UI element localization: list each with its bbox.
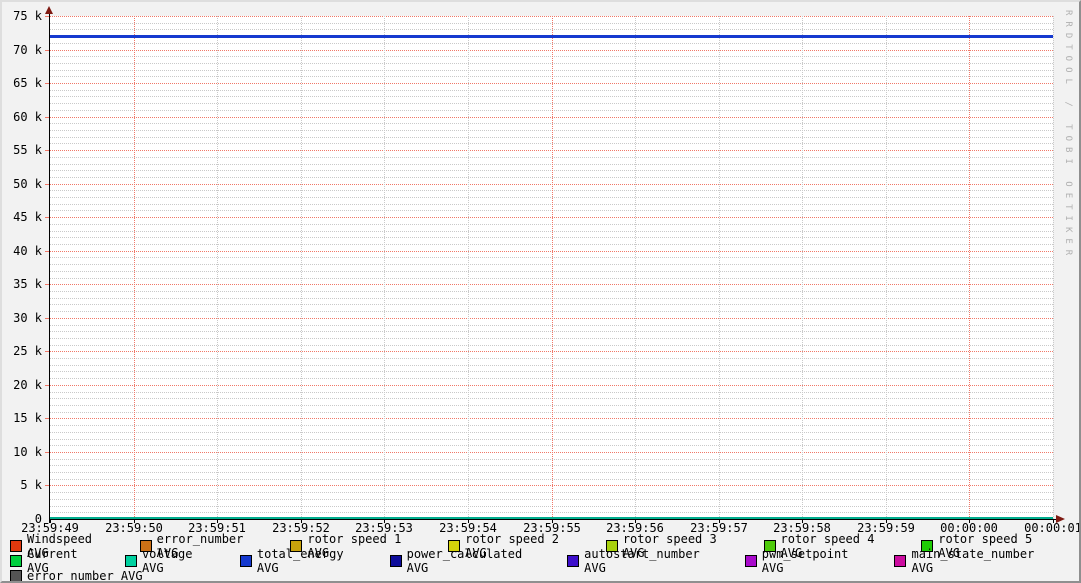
y-axis-label: 10 k	[13, 445, 42, 459]
x-axis-tick	[802, 519, 803, 523]
gridline-v-minor	[635, 16, 636, 519]
gridline-v-major	[134, 16, 135, 519]
y-axis-tick	[45, 50, 49, 51]
legend-label: pwm_setpoint AVG	[761, 546, 849, 575]
y-axis-arrow-icon	[45, 6, 53, 14]
y-axis-label: 50 k	[13, 177, 42, 191]
x-axis-tick	[50, 519, 51, 523]
legend-label: power_calculated AVG	[406, 546, 523, 575]
x-axis-tick	[969, 519, 970, 523]
x-axis-tick	[384, 519, 385, 523]
x-axis-tick	[468, 519, 469, 523]
y-axis-label: 45 k	[13, 210, 42, 224]
legend-swatch-icon	[10, 569, 22, 581]
plot-area	[50, 16, 1054, 519]
rrdtool-graph: 75 k 70 k 65 k 60 k 55 k 50 k 45 k 40 k 35 k 30 k…	[0, 0, 1081, 583]
legend-label: total_energy AVG	[256, 546, 344, 575]
legend-swatch-icon	[894, 554, 907, 567]
x-axis-tick	[217, 519, 218, 523]
x-axis-tick	[719, 519, 720, 523]
legend-item: total_energy AVG	[239, 546, 368, 575]
y-axis-tick	[45, 318, 49, 319]
y-axis-tick	[45, 452, 49, 453]
legend-row: Current AVG voltage AVG total_energy AVG po…	[10, 547, 1079, 575]
gridline-v-minor	[802, 16, 803, 519]
gridline-v-minor	[719, 16, 720, 519]
watermark: RRDTOOL / TOBI OETIKER	[1063, 10, 1073, 262]
y-axis-tick	[45, 385, 49, 386]
y-axis-tick	[45, 150, 49, 151]
x-axis-line	[50, 519, 1057, 520]
y-axis-tick	[45, 284, 49, 285]
y-axis-tick	[45, 217, 49, 218]
gridline-v-major	[969, 16, 970, 519]
legend-swatch-icon	[389, 554, 402, 567]
y-axis-label: 40 k	[13, 244, 42, 258]
legend-label: autostart_number AVG	[584, 546, 700, 575]
y-axis-tick	[45, 184, 49, 185]
legend-item: main_state_number AVG	[894, 547, 1057, 575]
x-axis-tick	[635, 519, 636, 523]
legend-swatch-icon	[239, 554, 252, 567]
gridline-v-major	[552, 16, 553, 519]
y-axis-label: 25 k	[13, 344, 42, 358]
y-axis-label: 70 k	[13, 43, 42, 57]
legend: Windspeed AVG error_number AVG rotor speed…	[10, 532, 1079, 583]
legend-swatch-icon	[567, 554, 580, 567]
legend-item: pwm_setpoint AVG	[744, 546, 873, 575]
legend-swatch-icon	[744, 554, 757, 567]
y-axis-tick	[45, 83, 49, 84]
y-axis-label: 5 k	[20, 478, 42, 492]
y-axis-label: 35 k	[13, 277, 42, 291]
y-axis-line	[49, 9, 50, 523]
x-axis-tick	[552, 519, 553, 523]
legend-item: power_calculated AVG	[389, 546, 546, 575]
legend-label: main_state_number AVG	[911, 546, 1035, 575]
legend-swatch-icon	[10, 554, 22, 567]
legend-item: error_number AVG	[10, 568, 143, 583]
y-axis-tick	[45, 16, 49, 17]
y-axis-tick	[45, 485, 49, 486]
x-axis-tick	[134, 519, 135, 523]
y-axis-label: 65 k	[13, 76, 42, 90]
gridline-v-minor	[301, 16, 302, 519]
legend-label: error_number AVG	[27, 568, 143, 583]
x-axis-tick	[301, 519, 302, 523]
y-axis-label: 60 k	[13, 110, 42, 124]
gridline-v-minor	[384, 16, 385, 519]
x-axis-tick	[1053, 519, 1054, 523]
series-line-total-energy	[50, 35, 1053, 38]
gridline-v-minor	[468, 16, 469, 519]
y-axis-label: 20 k	[13, 378, 42, 392]
x-axis-tick	[886, 519, 887, 523]
gridline-v-minor	[217, 16, 218, 519]
legend-item: autostart_number AVG	[567, 547, 723, 575]
gridline-v-minor	[886, 16, 887, 519]
y-axis-label: 55 k	[13, 143, 42, 157]
y-axis-tick	[45, 351, 49, 352]
y-axis-label: 30 k	[13, 311, 42, 325]
legend-label: voltage AVG	[141, 546, 193, 575]
gridline-v-minor	[1053, 16, 1054, 519]
legend-swatch-icon	[124, 554, 137, 567]
y-axis-label: 75 k	[13, 9, 42, 23]
y-axis-tick	[45, 418, 49, 419]
y-axis-tick	[45, 117, 49, 118]
y-axis-tick	[45, 251, 49, 252]
y-axis-label: 15 k	[13, 411, 42, 425]
